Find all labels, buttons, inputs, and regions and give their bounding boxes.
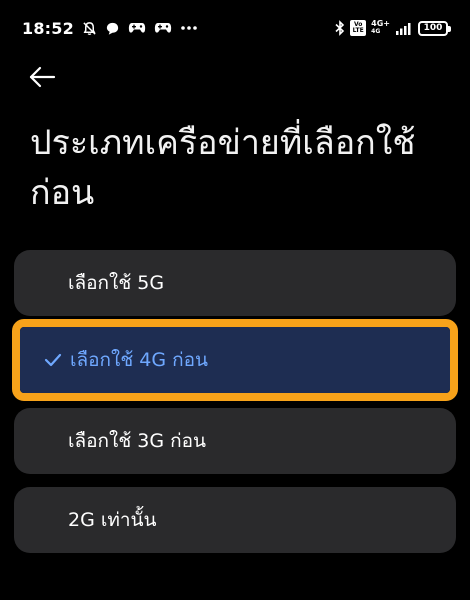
option-5g[interactable]: เลือกใช้ 5G: [14, 250, 456, 316]
battery-icon: 100: [418, 20, 451, 36]
option-3g[interactable]: เลือกใช้ 3G ก่อน: [14, 408, 456, 474]
game-controller-icon: [154, 21, 172, 35]
option-label: เลือกใช้ 5G: [68, 272, 165, 294]
page-title: ประเภทเครือข่ายที่เลือกใช้ก่อน: [30, 123, 416, 213]
network-type: 4G+ 4G: [371, 20, 390, 36]
network-type-top: 4G+: [371, 19, 390, 28]
back-arrow-icon: [28, 66, 56, 88]
game-controller-icon: [128, 21, 146, 35]
settings-screen: 18:52 Vo LTE 4G+ 4G 100 ประเภทเครือข่ายท…: [0, 0, 470, 600]
chat-bubble-icon: [105, 21, 120, 36]
option-label: 2G เท่านั้น: [68, 509, 157, 531]
status-bar: 18:52 Vo LTE 4G+ 4G 100: [0, 0, 470, 56]
checkmark-icon: [44, 353, 62, 367]
more-dots-icon: [180, 25, 198, 31]
option-label: เลือกใช้ 3G ก่อน: [68, 430, 207, 452]
status-left: 18:52: [22, 19, 198, 38]
option-4g[interactable]: เลือกใช้ 4G ก่อน: [20, 327, 450, 393]
option-2g[interactable]: 2G เท่านั้น: [14, 487, 456, 553]
volte-bottom-label: LTE: [352, 27, 364, 34]
option-label: เลือกใช้ 4G ก่อน: [70, 349, 209, 371]
volte-icon: Vo LTE: [350, 20, 367, 36]
status-time: 18:52: [22, 18, 74, 38]
network-type-bottom: 4G: [371, 28, 381, 35]
signal-icon: [395, 21, 413, 35]
silent-bell-icon: [82, 21, 97, 36]
back-button[interactable]: [28, 60, 68, 94]
status-right: Vo LTE 4G+ 4G 100: [335, 20, 451, 36]
bluetooth-icon: [335, 20, 345, 36]
